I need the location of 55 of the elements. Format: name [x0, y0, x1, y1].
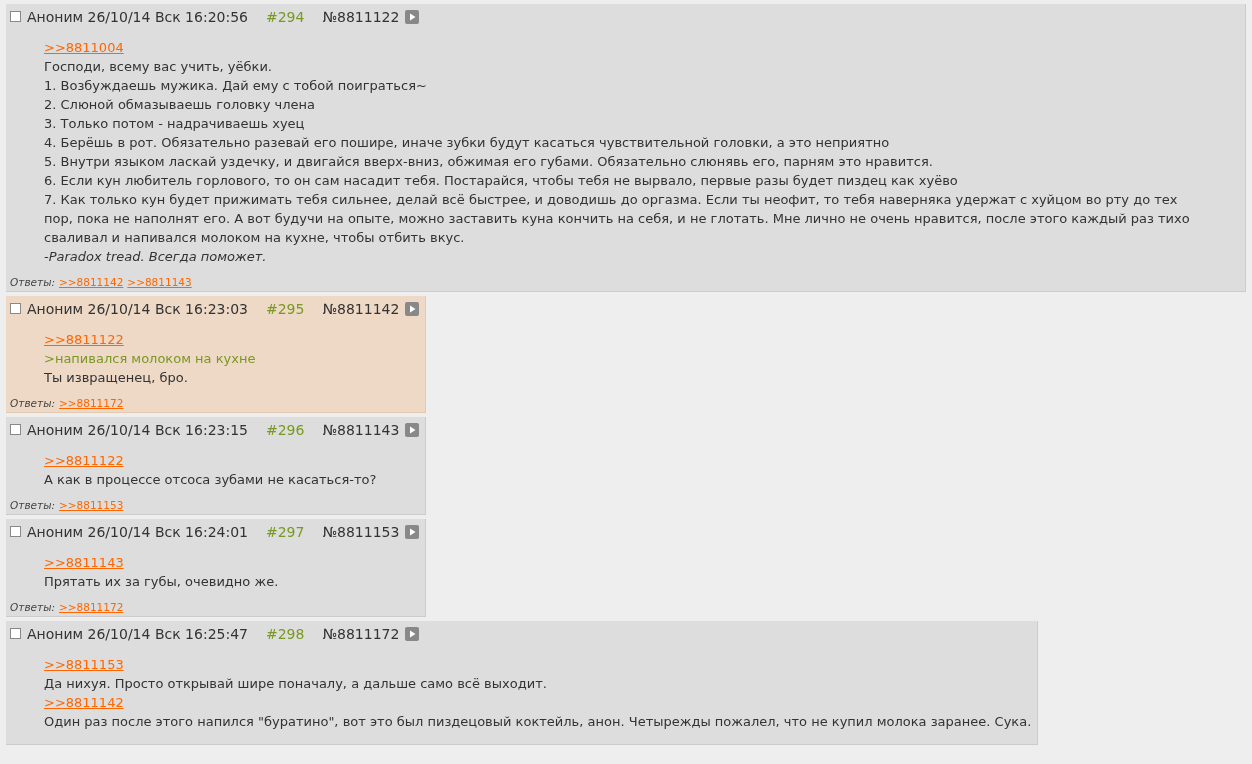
replies-label: Ответы:	[10, 499, 55, 511]
replies-label: Ответы:	[10, 397, 55, 409]
post-number[interactable]: #297	[266, 523, 305, 540]
post-text: Один раз после этого напился "буратино", вот это был пиздецовый коктейль, анон. Четырежды пожалел, что не купил молока заранее. Сука.	[44, 713, 1032, 731]
post-text: 2. Слюной обмазываешь головку члена	[44, 96, 316, 114]
post-number[interactable]: #296	[266, 421, 305, 438]
reply-link[interactable]: >>8811172	[59, 397, 124, 409]
post-text: 4. Берёшь в рот. Обязательно разевай его пошире, иначе зубки будут касаться чувствительной головки, а это неприятно	[44, 134, 891, 152]
post-text: Ты извращенец, бро.	[44, 369, 189, 387]
post-id[interactable]: №8811122	[322, 8, 400, 25]
post-author-date: Аноним 26/10/14 Вск 16:20:56	[27, 8, 248, 25]
play-icon[interactable]	[405, 626, 420, 641]
post-number[interactable]: #295	[266, 300, 305, 317]
post-reference-link[interactable]: >>8811153	[44, 655, 124, 674]
post-checkbox[interactable]	[10, 424, 21, 435]
post-author-date: Аноним 26/10/14 Вск 16:23:15	[27, 421, 248, 438]
post-text: 7. Как только кун будет прижимать тебя сильнее, делай всё быстрее, и доводишь до оргазма. Если ты неофит, то тебя наверняка удержат с хуйцом во рту до тех пор, пока не наполнят его. А вот будучи на опыте, можно заставить куна кончить на себя, и не глотать. Мне лично не очень нравится, после этого каждый раз тихо сваливал и напивался молоком на кухне, чтобы отбить вкус.	[44, 191, 1191, 247]
post-checkbox[interactable]	[10, 526, 21, 537]
post-reference-link[interactable]: >>8811122	[44, 330, 124, 349]
post-text: Да нихуя. Просто открывай шире поначалу, а дальше само всё выходит.	[44, 675, 548, 693]
play-icon[interactable]	[405, 422, 420, 437]
post-text: 1. Возбуждаешь мужика. Дай ему с тобой поиграться~	[44, 77, 428, 95]
play-icon[interactable]	[405, 9, 420, 24]
reply-link[interactable]: >>8811143	[127, 276, 192, 288]
post-text: Прятать их за губы, очевидно же.	[44, 573, 280, 591]
replies-label: Ответы:	[10, 276, 55, 288]
post-reference-link[interactable]: >>8811142	[44, 693, 124, 712]
post-reference-link[interactable]: >>8811004	[44, 38, 124, 57]
post-checkbox[interactable]	[10, 303, 21, 314]
post-id[interactable]: №8811143	[322, 421, 400, 438]
play-icon[interactable]	[405, 301, 420, 316]
post-checkbox[interactable]	[10, 11, 21, 22]
post-number[interactable]: #294	[266, 8, 305, 25]
replies-label: Ответы:	[10, 601, 55, 613]
post-text: 3. Только потом - надрачиваешь хуец	[44, 115, 306, 133]
post-reference-link[interactable]: >>8811143	[44, 553, 124, 572]
reply-link[interactable]: >>8811142	[59, 276, 124, 288]
post-checkbox[interactable]	[10, 628, 21, 639]
post-id[interactable]: №8811153	[322, 523, 400, 540]
post-author-date: Аноним 26/10/14 Вск 16:23:03	[27, 300, 248, 317]
reply-link[interactable]: >>8811172	[59, 601, 124, 613]
post-number[interactable]: #298	[266, 625, 305, 642]
play-icon[interactable]	[405, 524, 420, 539]
post-author-date: Аноним 26/10/14 Вск 16:24:01	[27, 523, 248, 540]
post-text: А как в процессе отсоса зубами не касаться-то?	[44, 471, 378, 489]
post-text: 6. Если кун любитель горлового, то он сам насадит тебя. Постарайся, чтобы тебя не вырвало, первые разы будет пиздец как хуёво	[44, 172, 959, 190]
quoted-text: >напивался молоком на кухне	[44, 350, 257, 368]
post-text: Господи, всему вас учить, уёбки.	[44, 58, 273, 76]
signature-text: -Paradox tread. Всегда поможет.	[44, 248, 268, 266]
post-id[interactable]: №8811172	[322, 625, 400, 642]
post-text: 5. Внутри языком ласкай уздечку, и двигайся вверх-вниз, обжимая его губами. Обязательно слюнявь его, парням это нравится.	[44, 153, 934, 171]
post-author-date: Аноним 26/10/14 Вск 16:25:47	[27, 625, 248, 642]
reply-link[interactable]: >>8811153	[59, 499, 124, 511]
post-reference-link[interactable]: >>8811122	[44, 451, 124, 470]
post-id[interactable]: №8811142	[322, 300, 400, 317]
